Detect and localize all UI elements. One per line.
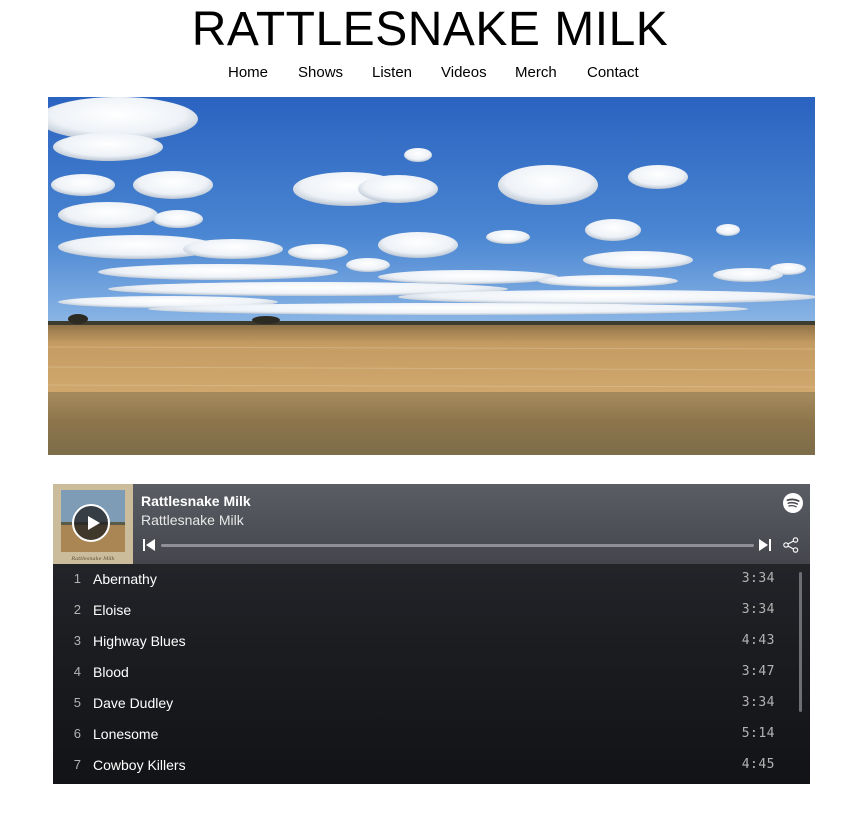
track-row[interactable]: 1 Abernathy 3:34 <box>53 564 793 595</box>
track-duration: 5:14 <box>741 726 775 741</box>
nav-listen[interactable]: Listen <box>372 64 412 82</box>
track-list: 1 Abernathy 3:34 2 Eloise 3:34 3 Highway… <box>53 564 810 784</box>
track-number: 2 <box>73 602 81 617</box>
nav-shows[interactable]: Shows <box>298 64 343 82</box>
nav-videos[interactable]: Videos <box>441 64 487 82</box>
track-name: Cowboy Killers <box>93 757 186 773</box>
play-icon[interactable] <box>72 504 110 542</box>
hero-image <box>48 97 815 455</box>
album-cover: Rattlesnake Milk <box>53 484 133 564</box>
track-duration: 4:45 <box>741 757 775 772</box>
track-name: Dave Dudley <box>93 695 174 711</box>
spotify-icon[interactable] <box>783 493 803 513</box>
track-row[interactable]: 2 Eloise 3:34 <box>53 595 793 626</box>
track-number: 5 <box>73 695 81 710</box>
track-name: Abernathy <box>93 571 157 587</box>
nav-contact[interactable]: Contact <box>587 64 639 82</box>
spotify-embed-player: Rattlesnake Milk Rattlesnake Milk Rattle… <box>53 484 810 784</box>
skip-forward-icon[interactable] <box>759 539 771 551</box>
nav-home[interactable]: Home <box>228 64 268 82</box>
site-title: RATTLESNAKE MILK <box>191 3 669 56</box>
track-name: Blood <box>93 664 129 680</box>
track-row[interactable]: 6 Lonesome 5:14 <box>53 719 793 750</box>
artist-name[interactable]: Rattlesnake Milk <box>141 512 244 528</box>
track-duration: 3:34 <box>741 695 775 710</box>
track-row[interactable]: 5 Dave Dudley 3:34 <box>53 688 793 719</box>
share-icon[interactable] <box>783 537 799 553</box>
track-number: 1 <box>73 571 81 586</box>
track-duration: 3:47 <box>741 664 775 679</box>
track-number: 6 <box>73 726 81 741</box>
progress-bar[interactable] <box>161 544 754 547</box>
player-header: Rattlesnake Milk Rattlesnake Milk Rattle… <box>53 484 810 564</box>
track-duration: 3:34 <box>741 571 775 586</box>
track-number: 4 <box>73 664 81 679</box>
album-cover-caption: Rattlesnake Milk <box>70 556 114 562</box>
track-row[interactable]: 3 Highway Blues 4:43 <box>53 626 793 657</box>
skip-back-icon[interactable] <box>143 539 155 551</box>
nav-merch[interactable]: Merch <box>515 64 557 82</box>
track-name: Highway Blues <box>93 633 186 649</box>
track-row[interactable]: 4 Blood 3:47 <box>53 657 793 688</box>
track-row[interactable]: 7 Cowboy Killers 4:45 <box>53 750 793 781</box>
main-nav: Home Shows Listen Videos Merch Contact <box>0 64 860 84</box>
track-duration: 4:43 <box>741 633 775 648</box>
track-name: Eloise <box>93 602 132 618</box>
track-name: Lonesome <box>93 726 159 742</box>
track-number: 3 <box>73 633 81 648</box>
prairie-landscape-image <box>48 97 815 455</box>
track-number: 7 <box>73 757 81 772</box>
track-list-scrollbar[interactable] <box>799 572 802 712</box>
album-title[interactable]: Rattlesnake Milk <box>141 493 251 509</box>
track-duration: 3:34 <box>741 602 775 617</box>
